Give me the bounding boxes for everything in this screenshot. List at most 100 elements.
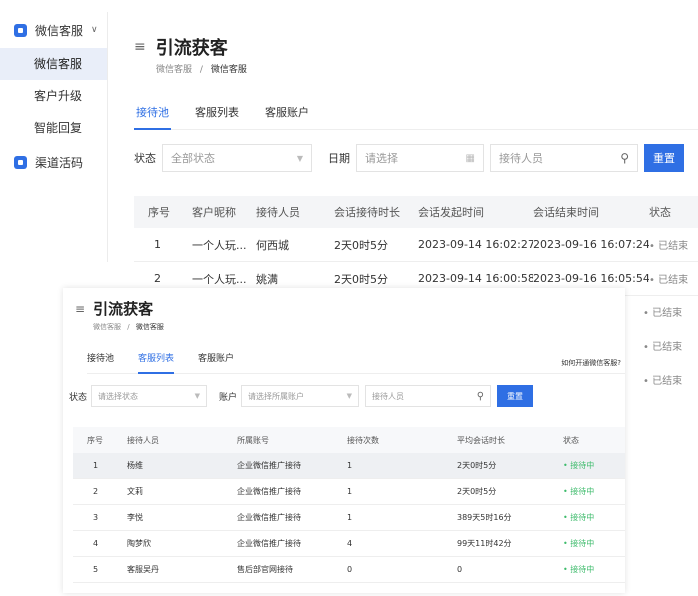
- cell-duration: 2天0时5分: [334, 272, 388, 286]
- tab-bar: 接待池 客服列表 客服账户: [87, 352, 625, 374]
- title-row: ≡ 引流获客: [75, 298, 153, 319]
- search-icon[interactable]: ⚲: [620, 151, 629, 165]
- cell-status: 接待中: [563, 460, 613, 471]
- column-header: 序号: [87, 435, 103, 445]
- cell-end-time: 2023-09-16 16:07:24: [533, 238, 649, 251]
- cell-avg-duration: 99天11时42分: [457, 539, 512, 548]
- table-row[interactable]: 3 李悦 企业微信推广接待 1 389天5时16分 接待中: [73, 505, 625, 531]
- cell-index: 2: [154, 272, 161, 285]
- status-label: 状态: [134, 152, 156, 165]
- breadcrumb: 微信客服 / 微信客服: [93, 322, 164, 332]
- tab-service-list[interactable]: 客服列表: [193, 104, 241, 130]
- cell-count: 1: [347, 487, 353, 496]
- cell-status: 接待中: [563, 486, 613, 497]
- breadcrumb-item[interactable]: 微信客服: [156, 65, 192, 75]
- cell-avg-duration: 389天5时16分: [457, 513, 512, 522]
- tab-service-account[interactable]: 客服账户: [198, 352, 234, 374]
- cell-end-time: 2023-09-16 16:05:54: [533, 272, 649, 285]
- column-header: 会话发起时间: [418, 206, 484, 219]
- chevron-down-icon: ∨: [91, 25, 98, 35]
- cell-avg-duration: 2天0时5分: [457, 487, 497, 496]
- column-header: 所属账号: [237, 435, 269, 445]
- column-header: 会话结束时间: [533, 206, 599, 219]
- page-title: 引流获客: [155, 38, 228, 59]
- cell-agent: 客服吴丹: [127, 565, 159, 574]
- cell-account: 售后部官网接待: [237, 565, 293, 574]
- breadcrumb-separator: /: [127, 323, 130, 331]
- column-header: 会话接待时长: [334, 206, 400, 219]
- cell-agent: 姚满: [256, 272, 278, 286]
- cell-agent: 李悦: [127, 513, 143, 522]
- cell-count: 4: [347, 539, 353, 548]
- cell-status: 接待中: [563, 538, 613, 549]
- table-row[interactable]: 2 文莉 企业微信推广接待 1 2天0时5分 接待中: [73, 479, 625, 505]
- cell-status: 接待中: [563, 564, 613, 575]
- cell-agent: 杨维: [127, 461, 143, 470]
- sidebar-item-smart-reply[interactable]: 智能回复: [0, 112, 107, 144]
- search-icon[interactable]: ⚲: [477, 391, 484, 402]
- breadcrumb: 微信客服 / 微信客服: [156, 62, 247, 75]
- tab-service-list[interactable]: 客服列表: [138, 352, 175, 374]
- help-link[interactable]: 如何开通微信客服?: [561, 358, 621, 368]
- reception-table: 序号 客户昵称 接待人员 会话接待时长 会话发起时间 会话结束时间 状态 1 一…: [134, 196, 698, 296]
- reset-button[interactable]: 重置: [497, 385, 534, 407]
- sidebar-group2-label: 渠道活码: [35, 155, 84, 170]
- sidebar-item-customer-upgrade[interactable]: 客户升级: [0, 80, 107, 112]
- column-header: 状态: [649, 206, 671, 219]
- account-select[interactable]: 请选择所属账户 ▼: [241, 385, 360, 407]
- table-row[interactable]: 4 陶梦欣 企业微信推广接待 4 99天11时42分 接待中: [73, 531, 625, 557]
- column-header: 客户昵称: [192, 206, 236, 219]
- reset-button[interactable]: 重置: [644, 144, 684, 172]
- menu-icon[interactable]: ≡: [75, 302, 85, 316]
- cell-agent: 何西城: [256, 238, 289, 252]
- agent-search-placeholder: 接待人员: [499, 152, 543, 165]
- row-status: 已结束: [643, 338, 682, 353]
- cell-status: 接待中: [563, 512, 613, 523]
- cell-status: 已结束: [649, 271, 689, 286]
- column-header: 接待次数: [347, 435, 379, 445]
- cell-account: 企业微信推广接待: [237, 539, 301, 548]
- cell-count: 1: [347, 461, 353, 470]
- agent-search-input[interactable]: 接待人员 ⚲: [490, 144, 638, 172]
- cell-count: 0: [347, 565, 353, 574]
- menu-icon[interactable]: ≡: [134, 39, 146, 55]
- status-select[interactable]: 请选择状态 ▼: [91, 385, 208, 407]
- date-label: 日期: [328, 152, 350, 165]
- chevron-down-icon: ▼: [194, 392, 201, 400]
- chevron-down-icon: ▼: [346, 392, 353, 400]
- agent-search-placeholder: 接待人员: [372, 391, 405, 401]
- sidebar-group-wechat-service[interactable]: 微信客服 ∨: [0, 12, 107, 48]
- agent-search-input[interactable]: 接待人员 ⚲: [365, 385, 492, 407]
- cell-avg-duration: 0: [457, 565, 463, 574]
- table-row[interactable]: 1 杨维 企业微信推广接待 1 2天0时5分 接待中: [73, 453, 625, 479]
- account-label: 账户: [219, 392, 238, 403]
- wechat-service-icon: [14, 23, 27, 37]
- channel-code-icon: [14, 155, 27, 169]
- row-status: 已结束: [643, 372, 682, 387]
- tab-reception-pool[interactable]: 接待池: [87, 352, 114, 374]
- table-row[interactable]: 5 客服吴丹 售后部官网接待 0 0 接待中: [73, 557, 625, 583]
- date-picker[interactable]: 请选择 ▦: [356, 144, 484, 172]
- tab-reception-pool[interactable]: 接待池: [134, 104, 171, 130]
- cell-index: 2: [93, 487, 99, 496]
- cell-account: 企业微信推广接待: [237, 487, 301, 496]
- cell-start-time: 2023-09-14 16:00:58: [418, 272, 533, 285]
- title-row: ≡ 引流获客: [134, 34, 228, 60]
- row-status: 已结束: [643, 304, 682, 319]
- cell-count: 1: [347, 513, 353, 522]
- cell-nickname: 一个人玩...: [192, 272, 247, 286]
- breadcrumb-current: 微信客服: [135, 323, 164, 331]
- filter-bar: 状态 请选择状态 ▼ 账户 请选择所属账户 ▼ 接待人员 ⚲ 重置: [69, 385, 534, 407]
- sidebar-group-channel-code[interactable]: 渠道活码: [0, 144, 107, 180]
- page-title: 引流获客: [93, 300, 154, 318]
- breadcrumb-item[interactable]: 微信客服: [93, 323, 121, 331]
- sidebar-item-wechat-service[interactable]: 微信客服: [0, 48, 107, 80]
- status-select-value: 全部状态: [171, 152, 215, 165]
- breadcrumb-current: 微信客服: [210, 65, 247, 75]
- status-select[interactable]: 全部状态 ▼: [162, 144, 312, 172]
- table-row[interactable]: 1 一个人玩... 何西城 2天0时5分 2023-09-14 16:02:27…: [134, 228, 698, 262]
- tab-service-account[interactable]: 客服账户: [263, 104, 311, 130]
- tab-bar: 接待池 客服列表 客服账户: [134, 104, 698, 130]
- service-list-table: 序号 接待人员 所属账号 接待次数 平均会话时长 状态 1 杨维 企业微信推广接…: [73, 427, 625, 583]
- cell-index: 1: [154, 238, 161, 251]
